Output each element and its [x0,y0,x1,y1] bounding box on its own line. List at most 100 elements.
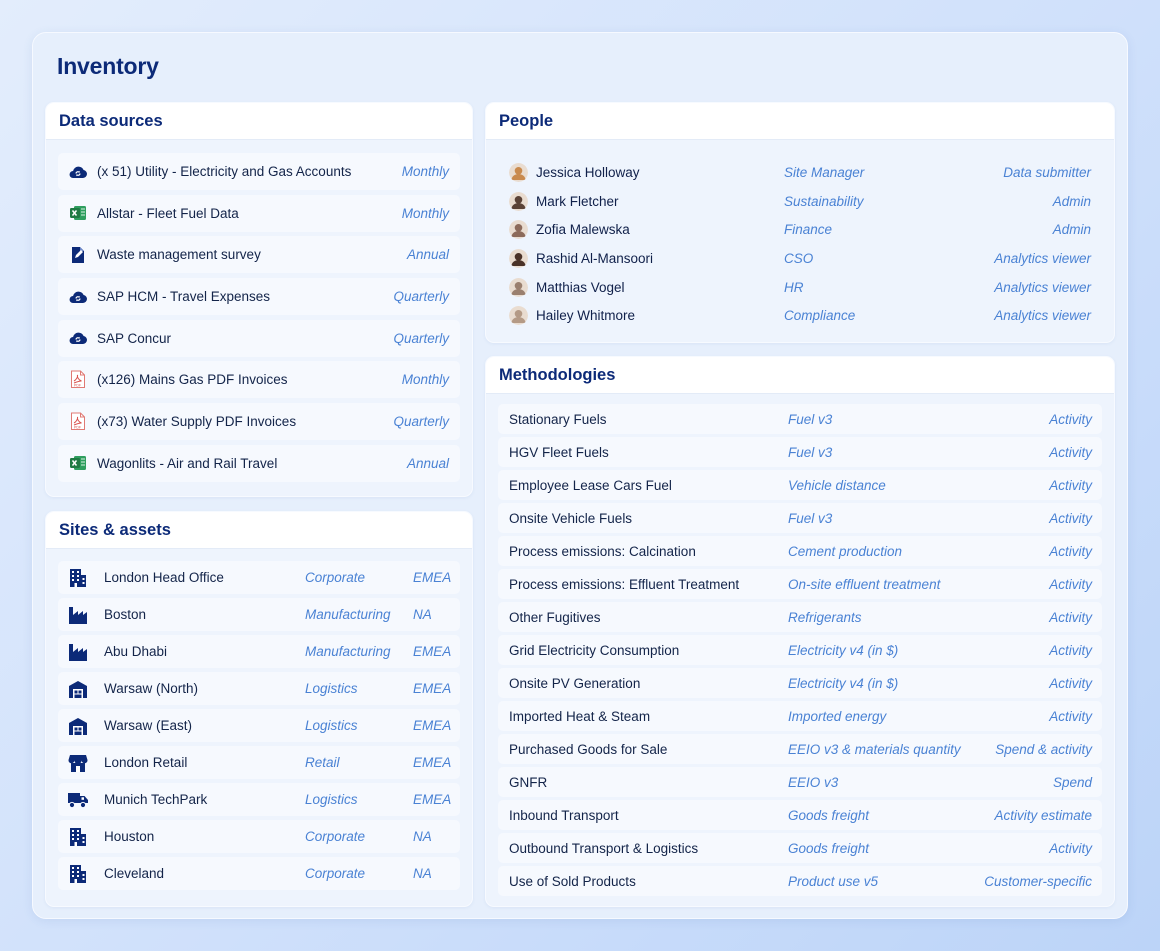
excel-icon [68,203,88,223]
data-source-name: SAP Concur [97,330,172,346]
methodology-kind: Spend & activity [995,741,1092,757]
data-source-row[interactable]: SAP Concur Quarterly [58,319,460,357]
site-row[interactable]: Abu Dhabi Manufacturing EMEA [58,635,460,668]
methodology-method: Cement production [788,543,903,559]
methodology-row[interactable]: Employee Lease Cars Fuel Vehicle distance… [498,470,1102,500]
person-row[interactable]: Hailey Whitmore Compliance Analytics viewe… [498,301,1102,330]
data-source-row[interactable]: PDF (x126) Mains Gas PDF Invoices Monthly [58,361,460,399]
avatar [509,220,528,240]
people-title: People [486,103,1114,140]
person-name: Rashid Al-Mansoori [536,250,654,266]
data-source-frequency: Monthly [401,164,449,179]
site-name: London Retail [104,755,188,770]
methodology-row[interactable]: HGV Fleet Fuels Fuel v3 Activity [498,437,1102,467]
methodology-name: Other Fugitives [509,609,601,625]
person-row[interactable]: Zofia Malewska Finance Admin [498,215,1102,244]
inventory-panel: Inventory Data sources (x 51) Utility - … [32,32,1128,919]
data-sources-card: Data sources (x 51) Utility - Electricit… [45,102,473,497]
data-source-row[interactable]: SAP HCM - Travel Expenses Quarterly [58,278,460,316]
store-icon [67,752,89,774]
data-source-name: Waste management survey [97,247,261,263]
methodology-row[interactable]: Onsite PV Generation Electricity v4 (in $… [498,668,1102,698]
site-row[interactable]: Cleveland Corporate NA [58,857,460,890]
methodology-row[interactable]: Onsite Vehicle Fuels Fuel v3 Activity [498,503,1102,533]
site-region: EMEA [413,570,452,585]
methodology-kind: Activity [1049,576,1092,592]
data-source-row[interactable]: Allstar - Fleet Fuel Data Monthly [58,194,460,232]
site-row[interactable]: Warsaw (East) Logistics EMEA [58,709,460,742]
warehouse-icon [67,678,89,700]
site-name: Cleveland [104,866,165,881]
methodology-row[interactable]: Purchased Goods for Sale EEIO v3 & materi… [498,734,1102,764]
truck-icon [67,789,89,811]
site-row[interactable]: London Head Office Corporate EMEA [58,561,460,594]
site-region: NA [413,607,432,622]
site-type: Logistics [305,681,358,696]
methodology-kind: Spend [1052,774,1092,790]
data-source-frequency: Quarterly [393,289,449,305]
methodology-name: Onsite Vehicle Fuels [509,510,633,526]
site-row[interactable]: Munich TechPark Logistics EMEA [58,783,460,816]
data-source-frequency: Monthly [401,372,449,388]
methodology-name: Imported Heat & Steam [509,708,651,724]
person-name: Matthias Vogel [536,279,625,295]
methodology-kind: Activity [1049,708,1092,724]
person-row[interactable]: Jessica Holloway Site Manager Data submitt… [498,158,1102,187]
factory-icon [67,641,89,663]
site-name: Abu Dhabi [104,644,168,659]
warehouse-icon [67,715,89,737]
methodology-kind: Activity [1049,543,1092,559]
data-source-row[interactable]: Wagonlits - Air and Rail Travel Annual [58,444,460,482]
methodology-kind: Activity [1049,510,1092,526]
methodology-row[interactable]: Stationary Fuels Fuel v3 Activity [498,404,1102,434]
data-source-frequency: Quarterly [393,330,449,346]
methodology-kind: Activity [1049,477,1092,493]
data-source-row[interactable]: Waste management survey Annual [58,236,460,274]
person-permission: Analytics viewer [994,308,1091,324]
data-source-frequency: Monthly [401,205,449,221]
methodology-row[interactable]: Process emissions: Calcination Cement pro… [498,536,1102,566]
site-type: Retail [305,755,340,770]
person-role: CSO [784,250,814,266]
data-source-row[interactable]: (x 51) Utility - Electricity and Gas Acc… [58,153,460,190]
methodologies-title: Methodologies [486,357,1114,394]
methodology-row[interactable]: Process emissions: Effluent Treatment On-… [498,569,1102,599]
site-row[interactable]: Houston Corporate NA [58,820,460,853]
site-region: EMEA [413,792,452,807]
methodology-name: Inbound Transport [509,807,619,823]
sites-list: London Head Office Corporate EMEA Boston Man… [46,549,472,890]
site-region: EMEA [413,644,452,659]
methodology-method: Fuel v3 [788,510,833,526]
site-region: EMEA [413,718,452,733]
methodology-row[interactable]: Outbound Transport & Logistics Goods frei… [498,833,1102,863]
methodology-row[interactable]: Other Fugitives Refrigerants Activity [498,602,1102,632]
site-region: NA [413,866,432,881]
person-row[interactable]: Rashid Al-Mansoori CSO Analytics viewer [498,244,1102,273]
methodology-name: GNFR [509,774,548,790]
person-role: Finance [784,222,833,238]
methodology-row[interactable]: Grid Electricity Consumption Electricity … [498,635,1102,665]
person-row[interactable]: Matthias Vogel HR Analytics viewer [498,273,1102,302]
data-source-row[interactable]: PDF (x73) Water Supply PDF Invoices Quarte… [58,403,460,441]
factory-icon [67,604,89,626]
methodology-row[interactable]: Use of Sold Products Product use v5 Custom… [498,866,1102,896]
methodology-kind: Activity estimate [994,807,1092,823]
methodology-row[interactable]: GNFR EEIO v3 Spend [498,767,1102,797]
site-type: Logistics [305,718,358,733]
data-source-name: Wagonlits - Air and Rail Travel [97,455,278,471]
office-building-icon [67,863,89,885]
site-row[interactable]: Boston Manufacturing NA [58,598,460,631]
person-row[interactable]: Mark Fletcher Sustainability Admin [498,187,1102,216]
pdf-icon: PDF [68,370,88,390]
site-row[interactable]: London Retail Retail EMEA [58,746,460,779]
site-row[interactable]: Warsaw (North) Logistics EMEA [58,672,460,705]
methodology-method: Vehicle distance [788,477,886,493]
methodology-method: On-site effluent treatment [788,576,941,592]
methodology-name: Onsite PV Generation [509,675,641,691]
person-permission: Analytics viewer [994,250,1091,266]
person-role: Sustainability [784,193,864,209]
site-type: Corporate [305,570,366,585]
methodology-row[interactable]: Inbound Transport Goods freight Activity e… [498,800,1102,830]
methodology-kind: Customer-specific [984,873,1092,889]
methodology-row[interactable]: Imported Heat & Steam Imported energy Acti… [498,701,1102,731]
